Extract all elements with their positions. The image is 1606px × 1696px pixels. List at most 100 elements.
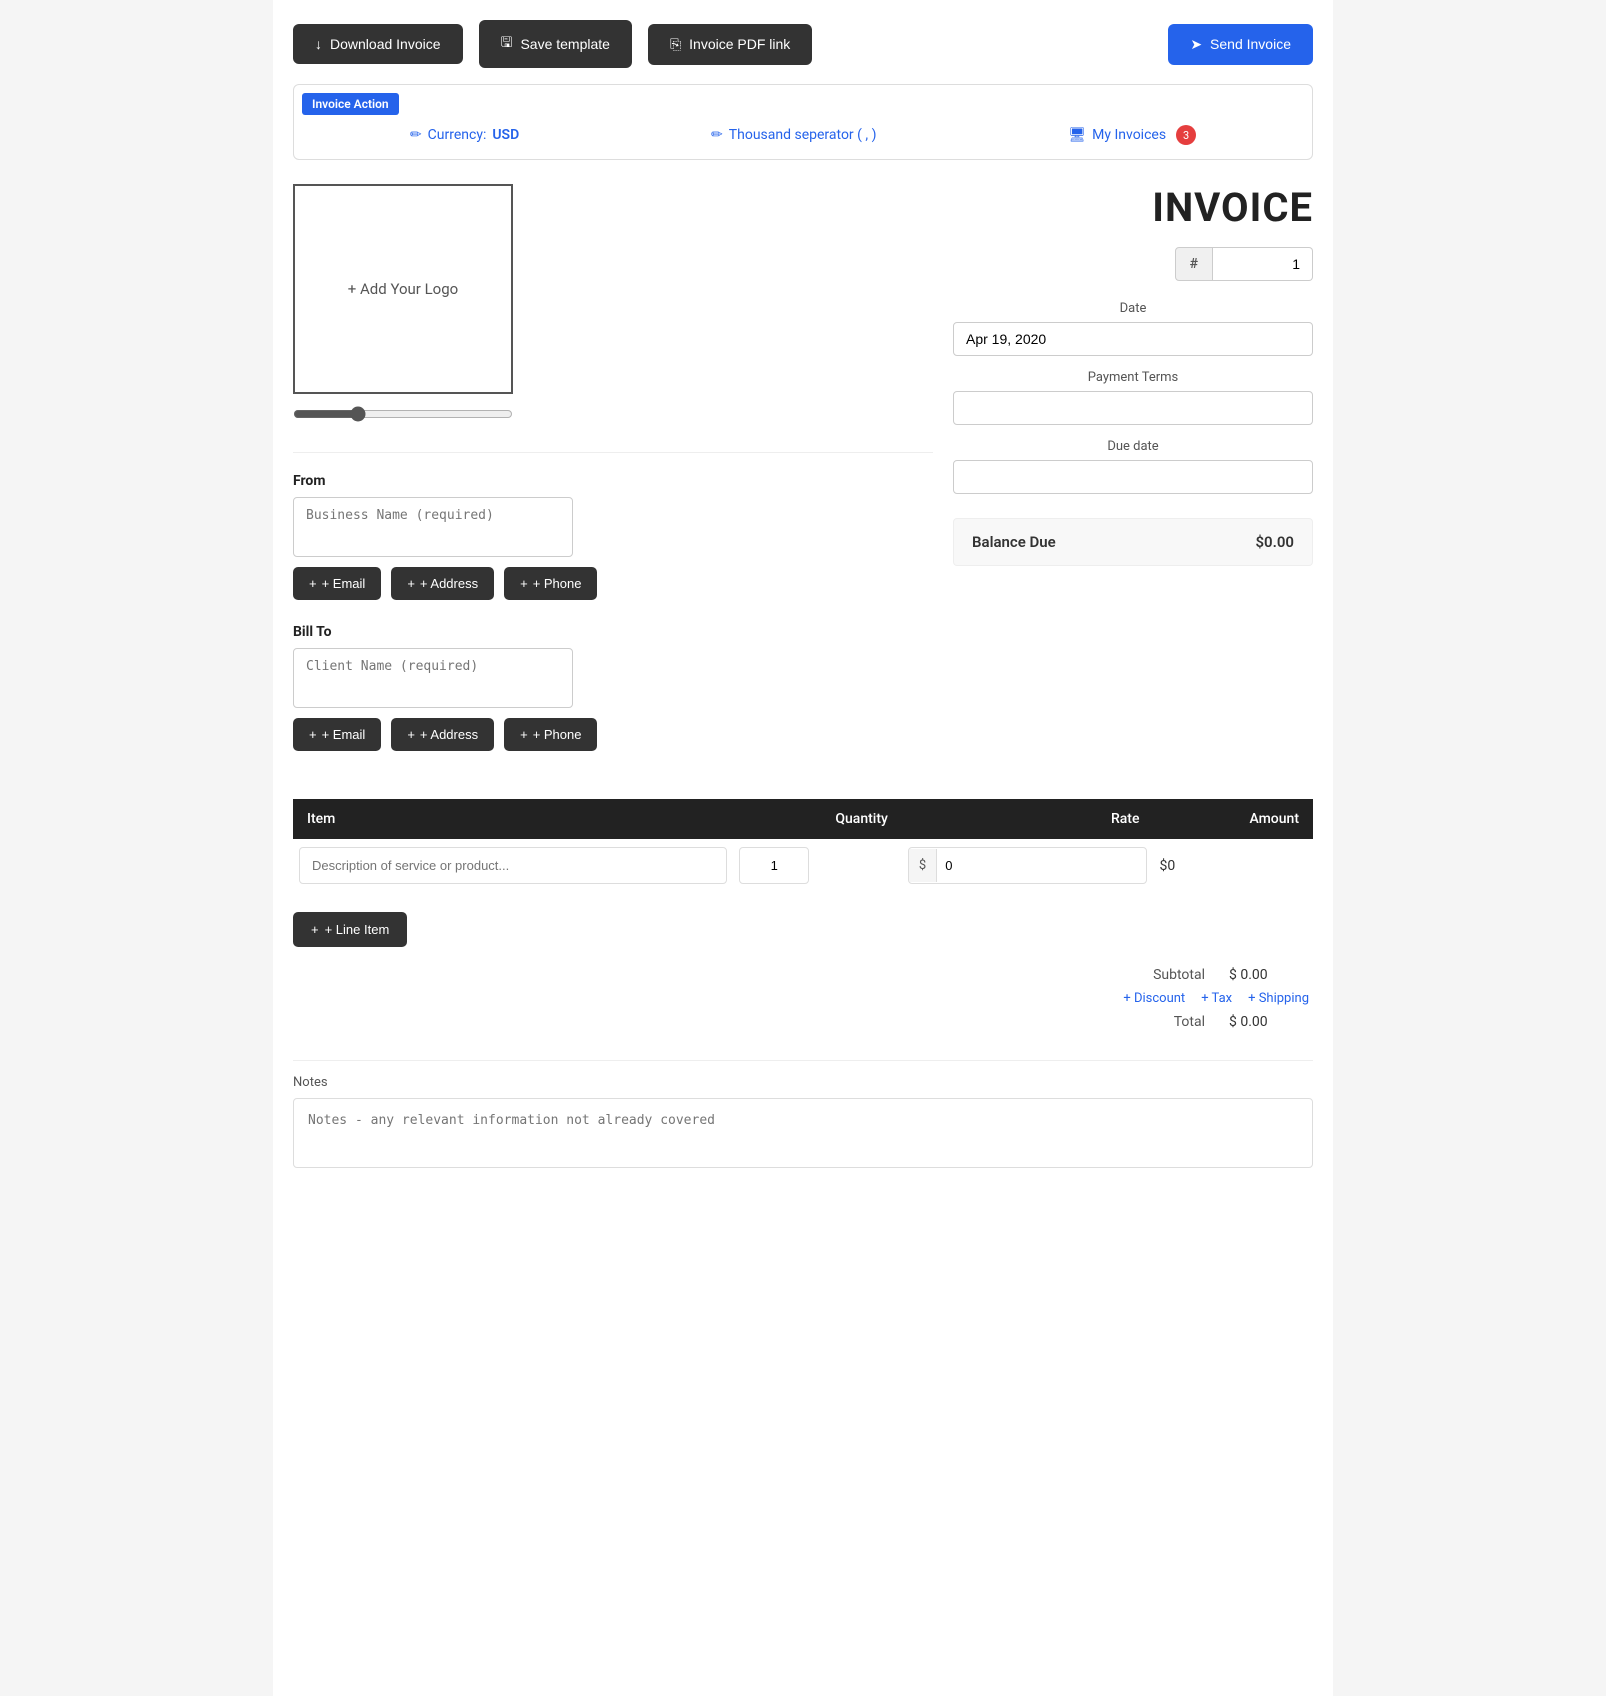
bill-phone-button[interactable]: + + Phone [504, 718, 597, 751]
toolbar: ↓ Download Invoice 🖫 Save template ⎘ Inv… [293, 20, 1313, 68]
subtotal-label: Subtotal [1125, 967, 1205, 983]
bill-address-icon: + [407, 727, 415, 742]
balance-due-box: Balance Due $0.00 [953, 518, 1313, 566]
invoice-main: + Add Your Logo From + + Email + + Addre… [293, 184, 1313, 775]
from-email-label: + Email [322, 576, 366, 591]
currency-label: Currency: [428, 127, 487, 143]
edit-currency-icon: ✏ [410, 127, 422, 143]
due-date-input[interactable] [953, 460, 1313, 494]
item-description-input[interactable] [299, 847, 727, 884]
total-row: Total $ 0.00 [1009, 1014, 1309, 1030]
from-contact-buttons: + + Email + + Address + + Phone [293, 567, 933, 600]
from-phone-label: + Phone [533, 576, 582, 591]
item-qty-input[interactable] [739, 847, 809, 884]
notes-input[interactable] [293, 1098, 1313, 1168]
download-icon: ↓ [315, 36, 322, 52]
pdf-icon: ⎘ [670, 36, 681, 53]
bill-email-button[interactable]: + + Email [293, 718, 381, 751]
shipping-link[interactable]: + Shipping [1248, 991, 1309, 1006]
add-logo-label: + Add Your Logo [348, 280, 458, 298]
bill-to-contact-buttons: + + Email + + Address + + Phone [293, 718, 933, 751]
notes-label: Notes [293, 1075, 1313, 1090]
rate-input-wrapper: $ [908, 847, 1148, 884]
send-invoice-button[interactable]: ➤ Send Invoice [1168, 24, 1313, 65]
my-invoices-option[interactable]: 🖥 My Invoices 3 [1068, 125, 1196, 145]
add-line-item-icon: + [311, 922, 319, 937]
bill-email-icon: + [309, 727, 317, 742]
logo-upload-area[interactable]: + Add Your Logo [293, 184, 513, 394]
save-template-button[interactable]: 🖫 Save template [479, 20, 632, 68]
from-phone-button[interactable]: + + Phone [504, 567, 597, 600]
invoice-number-input[interactable] [1213, 247, 1313, 281]
col-amount: Amount [1153, 799, 1313, 839]
from-email-icon: + [309, 576, 317, 591]
rate-prefix: $ [909, 849, 937, 882]
col-quantity: Quantity [733, 799, 902, 839]
my-invoices-badge: 3 [1176, 125, 1196, 145]
from-label: From [293, 473, 933, 489]
col-rate: Rate [902, 799, 1154, 839]
col-item: Item [293, 799, 733, 839]
bill-address-label: + Address [420, 727, 478, 742]
save-icon: 🖫 [501, 32, 513, 56]
payment-terms-input[interactable] [953, 391, 1313, 425]
pdf-link-label: Invoice PDF link [689, 36, 790, 52]
bill-phone-icon: + [520, 727, 528, 742]
invoice-title: INVOICE [953, 184, 1313, 231]
from-address-button[interactable]: + + Address [391, 567, 494, 600]
table-row: $ $0 [293, 839, 1313, 892]
invoice-action-bar: Invoice Action ✏ Currency: USD ✏ Thousan… [293, 84, 1313, 160]
from-address-label: + Address [420, 576, 478, 591]
download-label: Download Invoice [330, 36, 441, 52]
add-line-item-button[interactable]: + + Line Item [293, 912, 407, 947]
rate-input[interactable] [937, 848, 1017, 883]
date-input[interactable] [953, 322, 1313, 356]
item-description-cell [293, 839, 733, 892]
invoice-action-tab[interactable]: Invoice Action [302, 93, 399, 115]
currency-option[interactable]: ✏ Currency: USD [410, 127, 519, 143]
items-table: Item Quantity Rate Amount $ [293, 799, 1313, 892]
from-phone-icon: + [520, 576, 528, 591]
total-label: Total [1125, 1014, 1205, 1030]
invoice-left: + Add Your Logo From + + Email + + Addre… [293, 184, 933, 775]
bill-email-label: + Email [322, 727, 366, 742]
balance-due-value: $0.00 [1255, 533, 1294, 551]
tax-link[interactable]: + Tax [1201, 991, 1232, 1006]
add-line-item-label: + Line Item [325, 922, 390, 937]
notes-section: Notes [293, 1060, 1313, 1172]
download-invoice-button[interactable]: ↓ Download Invoice [293, 24, 463, 64]
item-rate-cell: $ [902, 839, 1154, 892]
bill-phone-label: + Phone [533, 727, 582, 742]
payment-terms-label: Payment Terms [953, 370, 1313, 385]
invoice-number-row: # [953, 247, 1313, 281]
date-label: Date [953, 301, 1313, 316]
bill-address-button[interactable]: + + Address [391, 718, 494, 751]
totals-section: Subtotal $ 0.00 + Discount + Tax + Shipp… [293, 967, 1313, 1030]
total-value: $ 0.00 [1229, 1014, 1309, 1030]
bill-to-label: Bill To [293, 624, 933, 640]
balance-due-label: Balance Due [972, 533, 1056, 551]
item-amount-cell: $0 [1153, 839, 1313, 892]
separator-option[interactable]: ✏ Thousand seperator ( , ) [711, 127, 876, 143]
save-template-label: Save template [520, 36, 610, 52]
item-qty-cell [733, 839, 902, 892]
discount-link[interactable]: + Discount [1123, 991, 1185, 1006]
logo-size-slider[interactable] [293, 406, 513, 422]
hash-symbol: # [1175, 247, 1213, 281]
adjustment-links: + Discount + Tax + Shipping [1123, 991, 1309, 1006]
table-header-row: Item Quantity Rate Amount [293, 799, 1313, 839]
from-address-icon: + [407, 576, 415, 591]
due-date-label: Due date [953, 439, 1313, 454]
my-invoices-icon: 🖥 [1068, 127, 1086, 143]
send-label: Send Invoice [1210, 36, 1291, 52]
from-email-button[interactable]: + + Email [293, 567, 381, 600]
client-name-input[interactable] [293, 648, 573, 708]
pdf-link-button[interactable]: ⎘ Invoice PDF link [648, 24, 812, 65]
my-invoices-label: My Invoices [1092, 127, 1166, 143]
edit-separator-icon: ✏ [711, 127, 723, 143]
invoice-action-options: ✏ Currency: USD ✏ Thousand seperator ( ,… [294, 115, 1312, 159]
send-icon: ➤ [1190, 36, 1202, 53]
business-name-input[interactable] [293, 497, 573, 557]
subtotal-row: Subtotal $ 0.00 [1009, 967, 1309, 983]
separator-label: Thousand seperator ( , ) [729, 127, 877, 143]
